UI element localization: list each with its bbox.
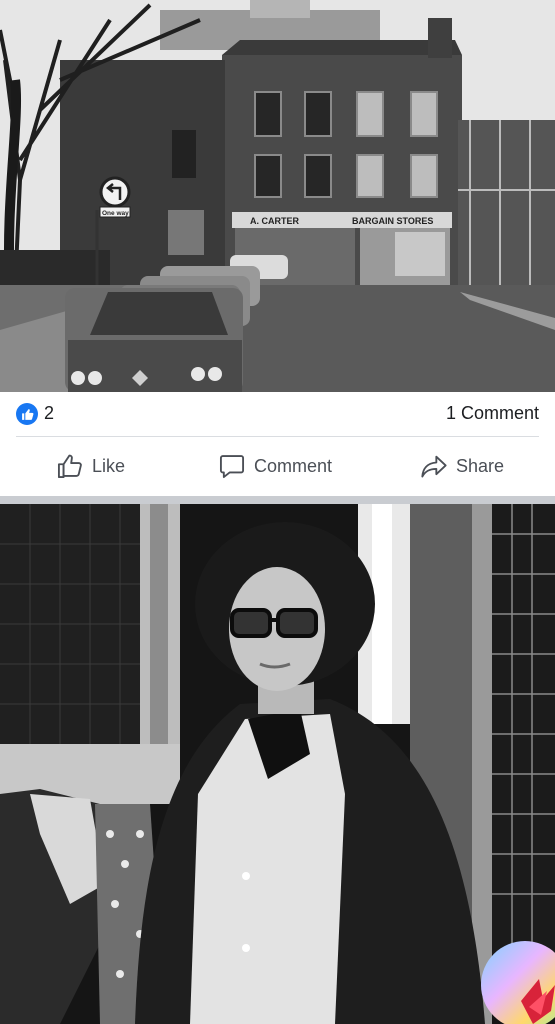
thumbs-up-outline-icon — [56, 452, 84, 480]
like-label: Like — [92, 455, 126, 476]
sticker-icon[interactable] — [481, 941, 555, 1024]
thumbs-up-icon[interactable] — [16, 403, 38, 425]
shop-sign-right: BARGAIN STORES — [352, 216, 433, 226]
comment-count[interactable]: 1 Comment — [446, 403, 539, 424]
comment-button[interactable]: Comment — [218, 450, 332, 482]
share-arrow-icon — [420, 452, 448, 480]
speech-bubble-icon — [218, 452, 246, 480]
reactions-bar: 2 1 Comment — [0, 392, 555, 436]
post-actions: Like Comment Share — [0, 437, 555, 496]
share-label: Share — [456, 455, 505, 476]
like-button[interactable]: Like — [56, 450, 125, 482]
comment-label: Comment — [254, 455, 333, 476]
like-count[interactable]: 2 — [44, 403, 54, 424]
portrait-photo[interactable] — [0, 504, 555, 1024]
one-way-sign: One way — [102, 210, 129, 217]
post-separator — [0, 496, 555, 504]
shop-sign-left: A. CARTER — [250, 216, 299, 226]
share-button[interactable]: Share — [420, 450, 504, 482]
street-photo[interactable]: A. CARTER BARGAIN STORES One way — [0, 0, 555, 392]
